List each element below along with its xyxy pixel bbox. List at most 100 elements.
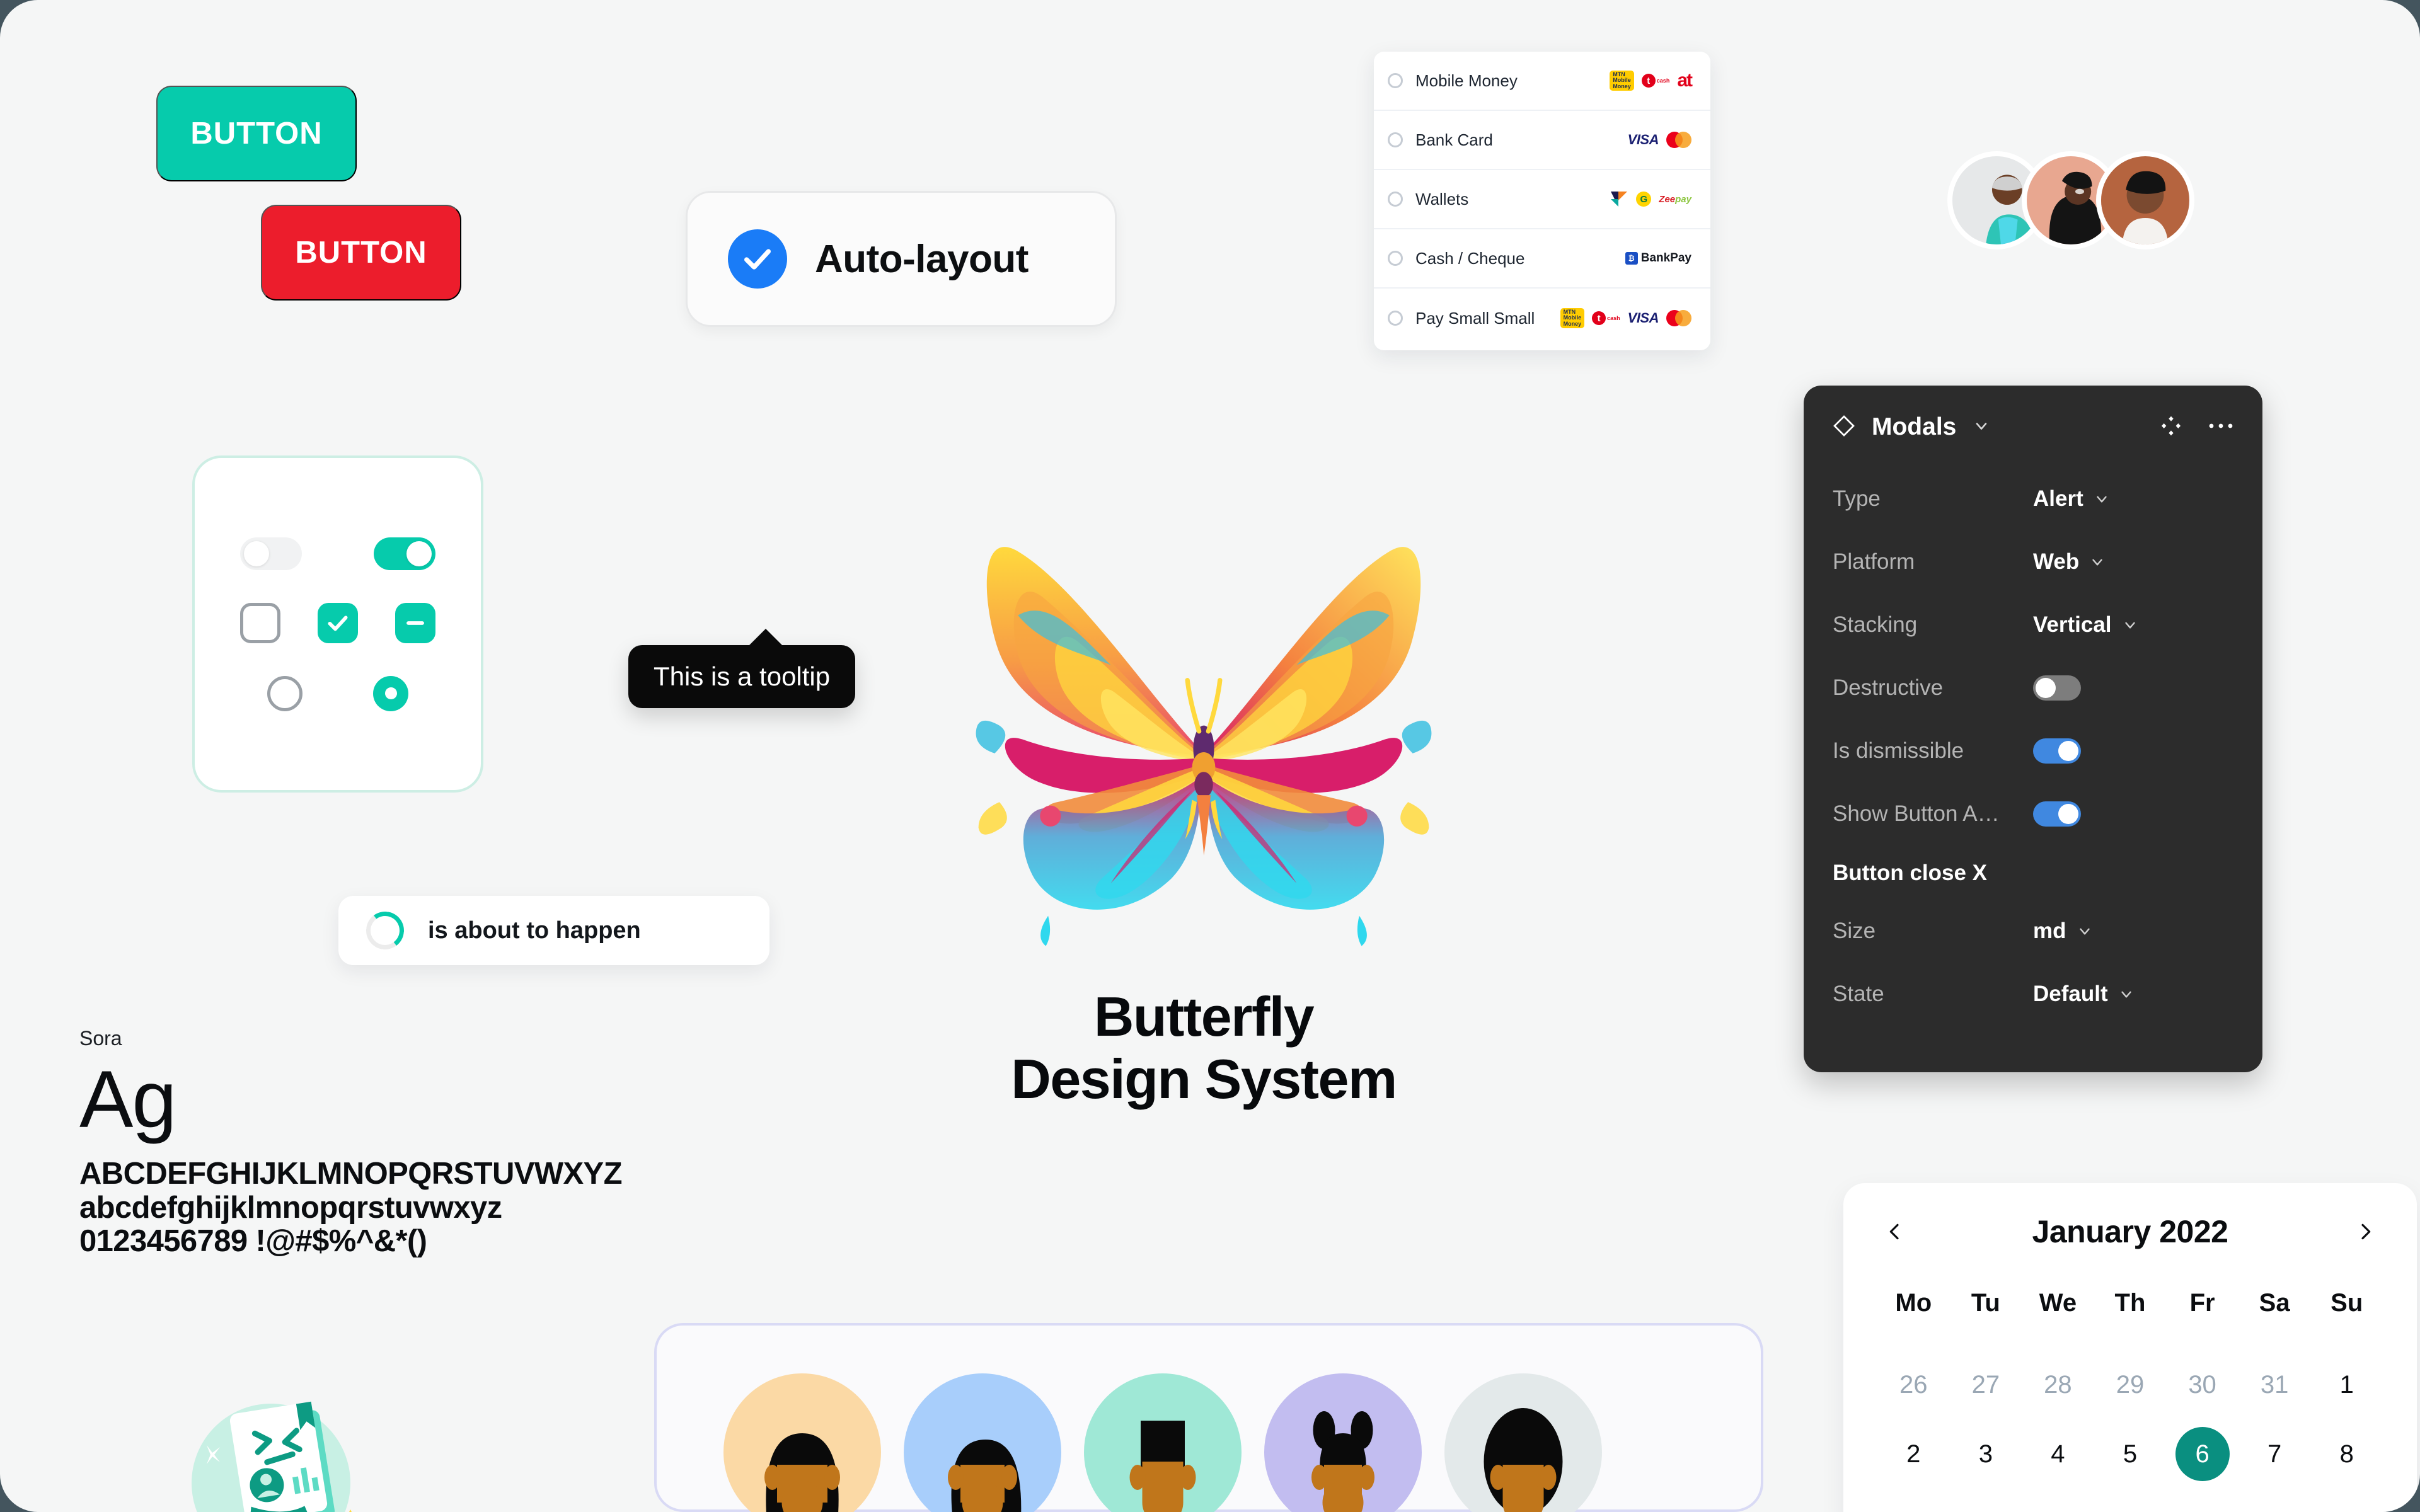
destructive-toggle[interactable]	[2033, 675, 2081, 701]
radio-mobile-money[interactable]	[1388, 73, 1403, 88]
modals-row-destructive[interactable]: Destructive	[1833, 656, 2233, 719]
danger-button[interactable]: BUTTON	[261, 205, 461, 301]
avatar-mint[interactable]	[1084, 1373, 1242, 1512]
avatar-peach[interactable]	[723, 1373, 881, 1512]
state-select[interactable]: Default	[2033, 982, 2135, 1007]
auto-layout-card[interactable]: Auto-layout	[686, 191, 1117, 327]
radio-bank-card[interactable]	[1388, 132, 1403, 147]
check-circle-icon	[728, 229, 787, 289]
stacking-select[interactable]: Vertical	[2033, 612, 2138, 638]
modals-row-stacking[interactable]: Stacking Vertical	[1833, 593, 2233, 656]
payment-logos: G Zee pay	[1610, 190, 1691, 209]
modals-row-state[interactable]: State Default	[1833, 963, 2233, 1026]
show-button-a-toggle[interactable]	[2033, 801, 2081, 827]
g-money-logo: G	[1636, 192, 1652, 207]
auto-layout-label: Auto-layout	[815, 237, 1028, 281]
mtn-mobile-money-logo: MTN Mobile Money	[1610, 71, 1634, 91]
component-cluster-icon[interactable]	[2160, 415, 2182, 440]
lowercase-glyphs: abcdefghijklmnopqrstuvwxyz	[79, 1190, 502, 1225]
calendar-day-selected[interactable]: 6	[2166, 1419, 2238, 1489]
radio-selected[interactable]	[373, 675, 408, 711]
ellipsis-icon[interactable]	[2208, 421, 2233, 433]
modals-section-title: Button close X	[1833, 861, 1988, 885]
radio-wallets[interactable]	[1388, 192, 1403, 207]
butterfly-illustration	[964, 517, 1443, 958]
calendar-day[interactable]: 8	[2310, 1419, 2383, 1489]
avatar-gray[interactable]	[1444, 1373, 1602, 1512]
calendar-day[interactable]: 31	[2238, 1350, 2311, 1419]
size-select[interactable]: md	[2033, 919, 2093, 944]
calendar-day[interactable]: 5	[2094, 1419, 2167, 1489]
toggle-on[interactable]	[374, 537, 435, 570]
calendar-day[interactable]: 1	[2310, 1350, 2383, 1419]
modals-row-is-dismissible[interactable]: Is dismissible	[1833, 719, 2233, 782]
payment-row-mobile-money[interactable]: Mobile Money MTN Mobile Money t cash at	[1374, 52, 1710, 111]
bankpay-logo: ₿ BankPay	[1625, 249, 1691, 268]
row-label: Stacking	[1833, 612, 1918, 637]
payment-logos: VISA	[1628, 130, 1691, 149]
modals-row-size[interactable]: Size md	[1833, 900, 2233, 963]
radio-pay-small-small[interactable]	[1388, 311, 1403, 326]
numeral-glyphs: 0123456789 !@#$%^&*()	[79, 1224, 427, 1259]
toggle-off[interactable]	[240, 537, 302, 570]
form-controls-card	[192, 455, 483, 793]
chevron-right-icon[interactable]	[2348, 1214, 2383, 1249]
payment-row-cash-cheque[interactable]: Cash / Cheque ₿ BankPay	[1374, 229, 1710, 289]
chevron-down-icon[interactable]	[1973, 417, 1990, 438]
tooltip-text: This is a tooltip	[654, 662, 831, 691]
calendar-grid: Mo Tu We Th Fr Sa Su 26 27 28 29 30 31 1…	[1877, 1289, 2383, 1489]
is-dismissible-toggle[interactable]	[2033, 738, 2081, 764]
design-system-canvas: BUTTON BUTTON Auto-layout Mobile Money M…	[0, 0, 2420, 1512]
calendar-dow: Tu	[1971, 1289, 2000, 1317]
payment-label: Wallets	[1415, 189, 1469, 209]
row-label: Destructive	[1833, 675, 1944, 700]
payment-label: Bank Card	[1415, 130, 1493, 149]
calendar-dow: Mo	[1895, 1289, 1932, 1317]
visa-logo: VISA	[1627, 310, 1659, 326]
tooltip-arrow	[748, 629, 783, 646]
calendar-day[interactable]: 4	[2022, 1419, 2094, 1489]
calendar-day[interactable]: 28	[2022, 1350, 2094, 1419]
date-picker: January 2022 Mo Tu We Th Fr Sa Su 26 27 …	[1843, 1183, 2417, 1512]
modals-row-platform[interactable]: Platform Web	[1833, 530, 2233, 593]
chevron-left-icon[interactable]	[1877, 1214, 1913, 1249]
avatar-lilac[interactable]	[1264, 1373, 1422, 1512]
checkbox-empty[interactable]	[240, 602, 280, 643]
checkbox-checked[interactable]	[318, 602, 358, 643]
t-cash-logo: t cash	[1641, 71, 1669, 90]
calendar-day[interactable]: 3	[1950, 1419, 2022, 1489]
modals-row-type[interactable]: Type Alert	[1833, 467, 2233, 530]
calendar-day[interactable]: 30	[2166, 1350, 2238, 1419]
platform-select[interactable]: Web	[2033, 549, 2106, 575]
calendar-day[interactable]: 26	[1877, 1350, 1950, 1419]
select-value: Alert	[2033, 486, 2083, 511]
typography-specimen: Sora Ag ABCDEFGHIJKLMNOPQRSTUVWXYZ abcde…	[79, 1027, 647, 1258]
payment-row-pay-small-small[interactable]: Pay Small Small MTN Mobile Money t cash VIS…	[1374, 289, 1710, 348]
avatar[interactable]	[2096, 151, 2194, 249]
calendar-day[interactable]: 27	[1950, 1350, 2022, 1419]
payment-label: Pay Small Small	[1415, 308, 1535, 328]
page-title: Butterfly Design System	[901, 985, 1506, 1110]
avatar-blue[interactable]	[904, 1373, 1061, 1512]
loading-toast: is about to happen	[338, 896, 769, 965]
chevron-down-icon	[2092, 559, 2102, 566]
calendar-dow: Su	[2331, 1289, 2363, 1317]
checkbox-indeterminate[interactable]	[395, 602, 435, 643]
calendar-day[interactable]: 2	[1877, 1419, 1950, 1489]
modals-row-show-button-a[interactable]: Show Button A…	[1833, 782, 2233, 845]
payment-row-wallets[interactable]: Wallets G Zee pay	[1374, 170, 1710, 229]
radio-empty[interactable]	[267, 675, 302, 711]
primary-button[interactable]: BUTTON	[156, 86, 357, 181]
modals-properties-panel: Modals Type Alert Platform Web Stacking …	[1804, 386, 2262, 1072]
chevron-down-icon	[2124, 622, 2135, 629]
type-select[interactable]: Alert	[2033, 486, 2110, 512]
font-family-name: Sora	[79, 1027, 122, 1050]
tooltip: This is a tooltip	[628, 629, 856, 708]
mastercard-logo	[1666, 132, 1691, 148]
calendar-day[interactable]: 7	[2238, 1419, 2311, 1489]
payment-row-bank-card[interactable]: Bank Card VISA	[1374, 111, 1710, 170]
title-line-2: Design System	[1011, 1047, 1397, 1110]
payment-logos: ₿ BankPay	[1625, 249, 1691, 268]
radio-cash-cheque[interactable]	[1388, 251, 1403, 266]
calendar-day[interactable]: 29	[2094, 1350, 2167, 1419]
